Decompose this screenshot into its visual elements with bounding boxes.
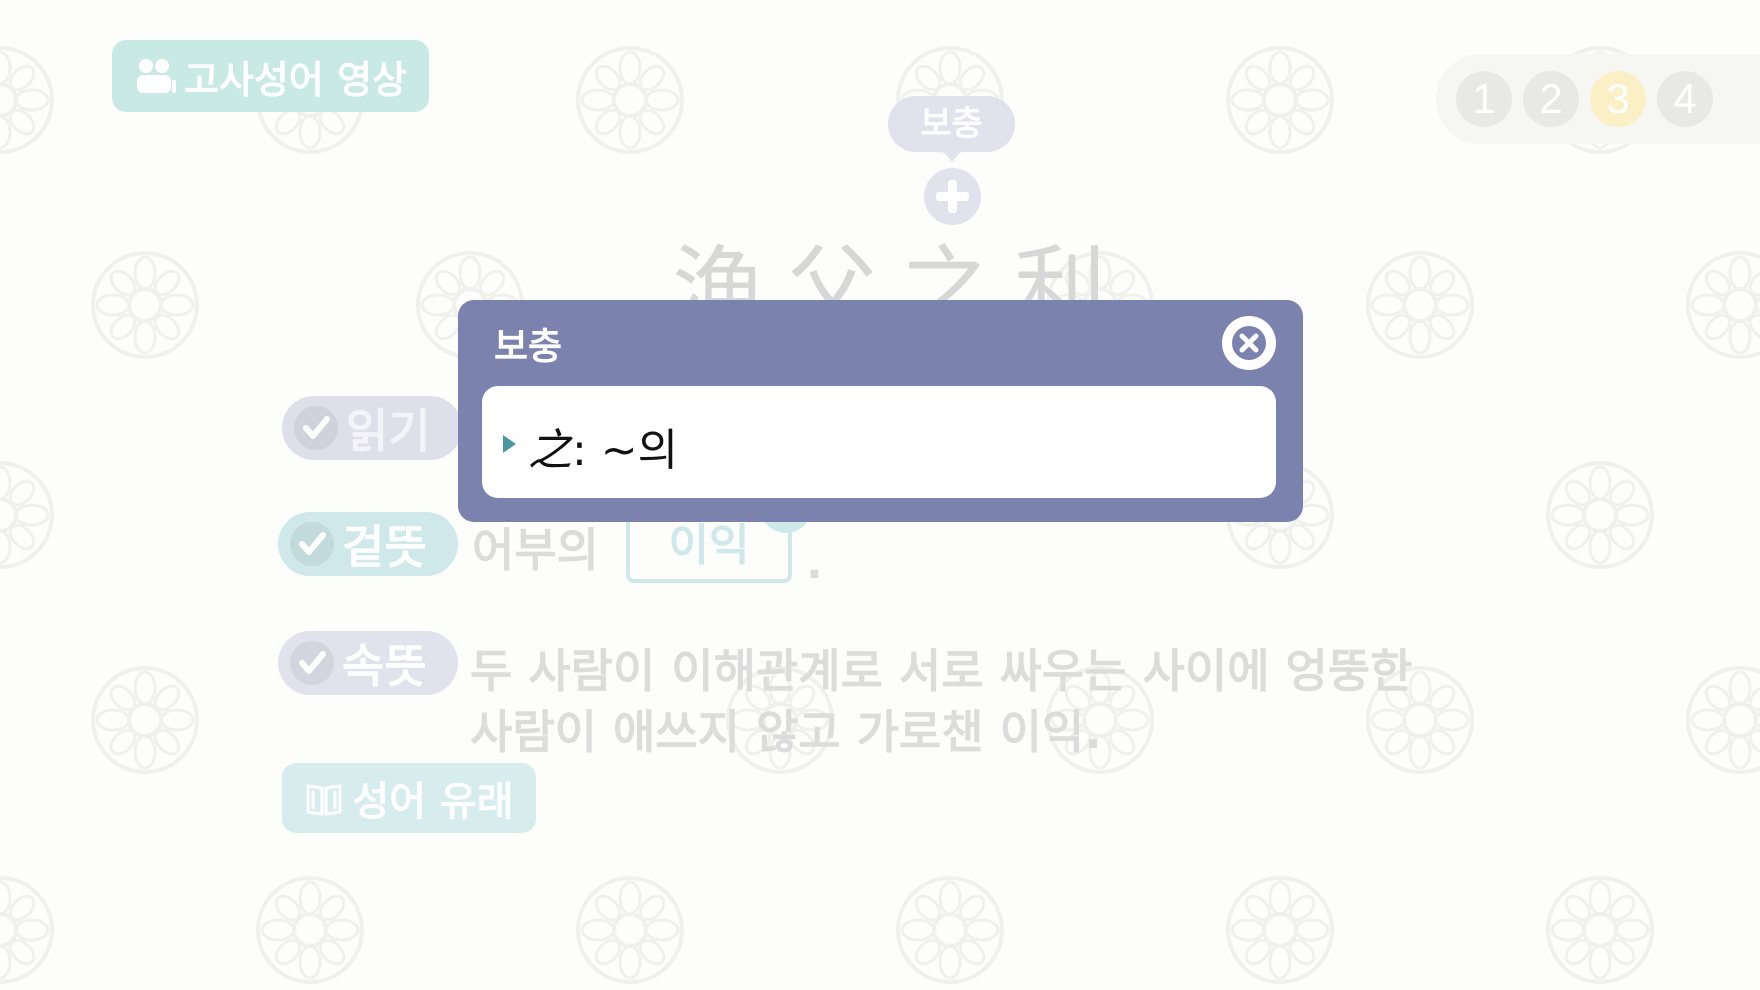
close-icon[interactable] xyxy=(1222,316,1276,370)
page-2-button[interactable]: 2 xyxy=(1523,71,1579,127)
check-icon xyxy=(294,406,338,450)
inner-meaning-line-1: 두 사람이 이해관계로 서로 싸우는 사이에 엉뚱한 xyxy=(470,644,1413,698)
supplement-item: 之: ~의 xyxy=(528,414,678,478)
idiom-video-label: 고사성어 영상 xyxy=(184,57,407,102)
surface-meaning-toggle[interactable]: 겉뜻 xyxy=(278,512,458,576)
page-1-button[interactable]: 1 xyxy=(1456,71,1512,127)
page-navigator: 1 2 3 4 xyxy=(1436,54,1760,144)
check-icon xyxy=(290,641,334,685)
check-icon xyxy=(290,522,334,566)
supplement-tag: 보충 xyxy=(888,96,1015,162)
supplement-hanja: 之 xyxy=(528,425,572,476)
screen: 고사성어 영상 1 2 3 4 보충 漁父之利 읽기 겉뜻 어부의 이익 . 속… xyxy=(0,0,1760,990)
popup-content: 之: ~의 xyxy=(482,386,1276,498)
reading-toggle[interactable]: 읽기 xyxy=(282,396,462,460)
idiom-origin-button[interactable]: 성어 유래 xyxy=(282,763,536,833)
supplement-popup: 보충 之: ~의 xyxy=(458,300,1303,522)
page-3-button[interactable]: 3 xyxy=(1590,71,1646,127)
idiom-origin-label: 성어 유래 xyxy=(352,779,514,825)
book-icon xyxy=(306,784,342,816)
idiom-video-button[interactable]: 고사성어 영상 xyxy=(112,40,429,112)
triangle-bullet-icon xyxy=(503,435,516,453)
supplement-definition: : ~의 xyxy=(572,425,679,476)
inner-meaning-label: 속뜻 xyxy=(342,639,427,693)
inner-meaning-toggle[interactable]: 속뜻 xyxy=(278,631,458,695)
page-4-button[interactable]: 4 xyxy=(1657,71,1713,127)
reading-label: 읽기 xyxy=(346,404,431,458)
people-icon xyxy=(137,59,176,93)
surface-meaning-text: 어부의 xyxy=(472,523,599,577)
surface-meaning-label: 겉뜻 xyxy=(342,520,427,574)
sentence-period: . xyxy=(806,538,823,589)
inner-meaning-line-2: 사람이 애쓰지 않고 가로챈 이익. xyxy=(470,705,1102,759)
popup-title: 보충 xyxy=(494,325,563,368)
